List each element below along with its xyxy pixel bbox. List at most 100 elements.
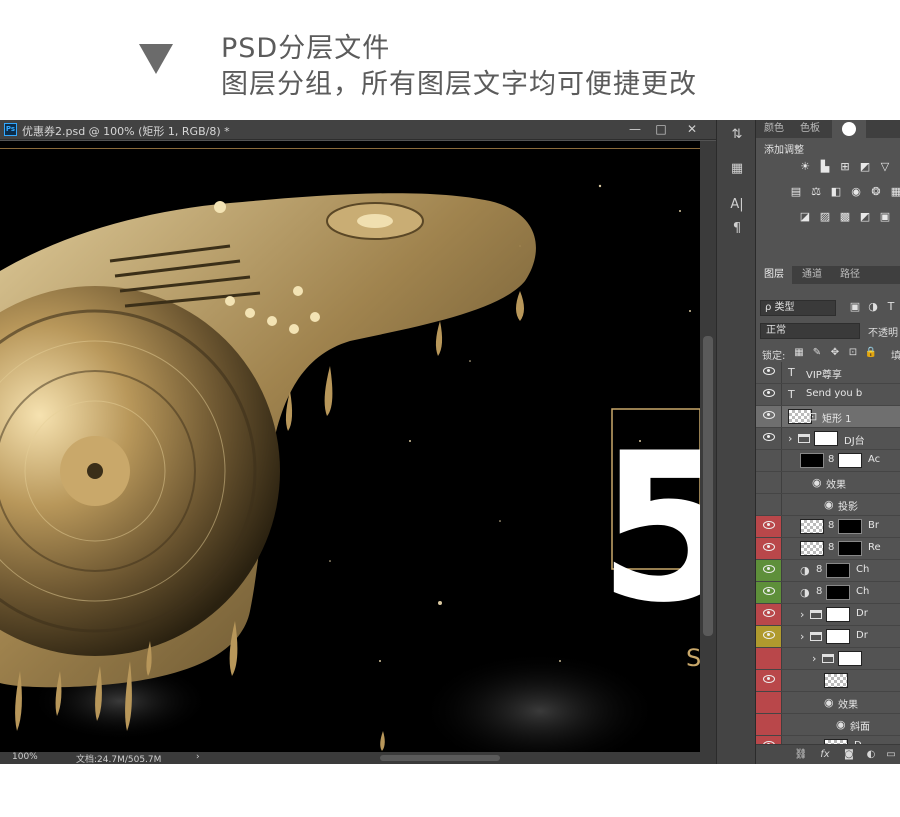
lock-all-icon[interactable]: 🔒 [864,346,878,360]
layer-visibility-cell[interactable] [756,428,782,449]
eye-icon[interactable] [763,587,775,595]
layer-row[interactable]: 8 Re [756,538,900,560]
scrollbar-thumb[interactable] [703,336,713,636]
mask-icon[interactable]: ◙ [842,748,856,762]
channel-mixer-icon[interactable]: ❂ [869,185,883,199]
layer-row[interactable]: ◉ 斜面 [756,714,900,736]
maximize-button[interactable]: □ [646,120,676,140]
eye-icon[interactable] [763,389,775,397]
eye-icon[interactable] [763,411,775,419]
layer-row[interactable]: ◉ 投影 [756,494,900,516]
curves-icon[interactable]: ⊞ [838,160,852,174]
layer-visibility-cell[interactable] [756,626,782,647]
layer-visibility-cell[interactable] [756,362,782,383]
filter-adjust-icon[interactable]: ◑ [866,300,880,314]
character-panel-icon[interactable]: ⇅ [727,126,747,144]
tab-brush-preview[interactable] [832,120,866,138]
layer-row[interactable]: 8 Br [756,516,900,538]
blend-mode-select[interactable]: 正常 [760,323,860,339]
eye-icon[interactable] [763,521,775,529]
layer-row[interactable] [756,670,900,692]
tab-color[interactable]: 颜色 [756,120,792,138]
tab-swatches[interactable]: 色板 [792,120,828,138]
document-canvas[interactable]: 5 S [0,141,700,752]
status-menu-arrow-icon[interactable]: › [196,752,200,762]
layer-visibility-cell[interactable] [756,472,782,493]
filter-text-icon[interactable]: T [884,300,898,314]
levels-icon[interactable]: ▙ [818,160,832,174]
vibrance-icon[interactable]: ▽ [878,160,892,174]
layer-visibility-cell[interactable] [756,670,782,691]
layer-row[interactable]: › DJ台 [756,428,900,450]
layer-row[interactable]: T Send you b [756,384,900,406]
layer-visibility-cell[interactable] [756,582,782,603]
layer-row[interactable]: ◉ 效果 [756,472,900,494]
layer-visibility-cell[interactable] [756,604,782,625]
layer-row[interactable]: › Dr [756,604,900,626]
eye-icon[interactable] [763,609,775,617]
layer-visibility-cell[interactable] [756,516,782,537]
color-balance-icon[interactable]: ⚖ [809,185,823,199]
black-white-icon[interactable]: ◧ [829,185,843,199]
layer-visibility-cell[interactable] [756,494,782,515]
link-icon[interactable]: ⛓ [794,748,808,762]
threshold-icon[interactable]: ▩ [838,210,852,224]
layer-visibility-cell[interactable] [756,406,782,427]
zoom-level[interactable]: 100% [12,752,38,762]
tab-channels[interactable]: 通道 [794,266,830,284]
color-lookup-icon[interactable]: ▦ [889,185,900,199]
invert-icon[interactable]: ◪ [798,210,812,224]
layer-filter-select[interactable]: ρ 类型 [760,300,836,316]
layer-visibility-cell[interactable] [756,714,782,735]
brightness-icon[interactable]: ☀ [798,160,812,174]
posterize-icon[interactable]: ▨ [818,210,832,224]
eye-icon[interactable] [763,675,775,683]
folder-icon[interactable]: ▭ [884,748,898,762]
eye-icon[interactable] [763,565,775,573]
filter-pixel-icon[interactable]: ▣ [848,300,862,314]
layer-row[interactable]: T VIP尊享 [756,362,900,384]
tab-layers[interactable]: 图层 [756,266,792,284]
page-root: PSD分层文件 图层分组，所有图层文字均可便捷更改 Ps 优惠券2.psd @ … [0,0,900,817]
canvas-vertical-scrollbar[interactable] [700,141,716,752]
layer-visibility-cell[interactable] [756,560,782,581]
layer-row[interactable]: › Dr [756,626,900,648]
layer-row[interactable]: ◑ 8 Ch [756,582,900,604]
paragraph-icon[interactable]: ¶ [727,220,747,238]
lock-artboard-icon[interactable]: ⊡ [846,346,860,360]
panel-tool-strip: ⇅ ▦ A| ¶ [716,120,756,764]
layer-row[interactable]: › [756,648,900,670]
lock-paint-icon[interactable]: ✎ [810,346,824,360]
eye-icon[interactable] [763,367,775,375]
layer-visibility-cell[interactable] [756,450,782,471]
exposure-icon[interactable]: ◩ [858,160,872,174]
layer-visibility-cell[interactable] [756,692,782,713]
swatch-panel-icon[interactable]: ▦ [727,160,747,178]
layer-visibility-cell[interactable] [756,384,782,405]
selective-color-icon[interactable]: ◩ [858,210,872,224]
document-title-bar[interactable]: Ps 优惠券2.psd @ 100% (矩形 1, RGB/8) * — □ ✕ [0,120,716,140]
layer-row[interactable]: ⊡ 矩形 1 [756,406,900,428]
eye-icon[interactable] [763,631,775,639]
layer-row[interactable]: 8 Ac [756,450,900,472]
layer-visibility-cell[interactable] [756,648,782,669]
eye-icon[interactable] [763,543,775,551]
eye-icon[interactable] [763,433,775,441]
close-button[interactable]: ✕ [677,120,707,140]
layer-mask-thumbnail [838,541,862,556]
layer-row[interactable]: ◑ 8 Ch [756,560,900,582]
gradient-map-icon[interactable]: ▣ [878,210,892,224]
layer-visibility-cell[interactable] [756,538,782,559]
fx-icon[interactable]: fx [818,748,832,762]
adjustment-icon[interactable]: ◐ [864,748,878,762]
lock-transparent-icon[interactable]: ▦ [792,346,806,360]
canvas-artwork: 5 S [0,184,700,752]
layer-name: 投影 [838,502,858,513]
lock-move-icon[interactable]: ✥ [828,346,842,360]
tab-paths[interactable]: 路径 [832,266,868,284]
hue-saturation-icon[interactable]: ▤ [789,185,803,199]
photo-filter-icon[interactable]: ◉ [849,185,863,199]
text-tool-icon[interactable]: A| [727,196,747,214]
horizontal-scrollbar-thumb[interactable] [380,755,500,761]
layer-row[interactable]: ◉ 效果 [756,692,900,714]
